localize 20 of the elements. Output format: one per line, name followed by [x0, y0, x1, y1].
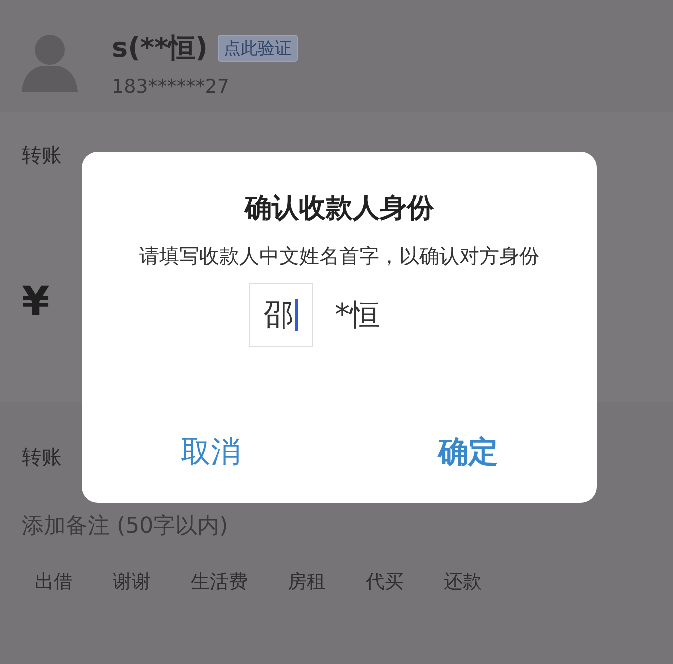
remark-chip[interactable]: 房租 — [288, 569, 326, 595]
currency-symbol: ¥ — [22, 279, 50, 325]
remark-chip[interactable]: 出借 — [35, 569, 73, 595]
verify-link[interactable]: 点此验证 — [218, 34, 298, 62]
cancel-button[interactable]: 取消 — [82, 424, 340, 481]
payee-phone: 183******27 — [112, 76, 230, 98]
avatar-icon — [22, 32, 78, 92]
remark-chip[interactable]: 生活费 — [191, 569, 248, 595]
remark-chip[interactable]: 代买 — [366, 569, 404, 595]
amount-label: 转账 — [22, 142, 62, 169]
name-input-field[interactable]: 邵 — [249, 283, 313, 347]
payee-name: s(**恒) — [112, 32, 208, 66]
remark-field[interactable]: 添加备注 (50字以内) — [22, 511, 228, 541]
dialog-message: 请填写收款人中文姓名首字，以确认对方身份 — [138, 243, 540, 270]
dialog-title: 确认收款人身份 — [245, 192, 434, 226]
confirm-button[interactable]: 确定 — [340, 424, 597, 481]
masked-name: *恒 — [335, 296, 380, 334]
remark-label: 转账 — [22, 444, 62, 471]
remark-chip[interactable]: 谢谢 — [113, 569, 151, 595]
remark-chip[interactable]: 还款 — [444, 569, 482, 595]
